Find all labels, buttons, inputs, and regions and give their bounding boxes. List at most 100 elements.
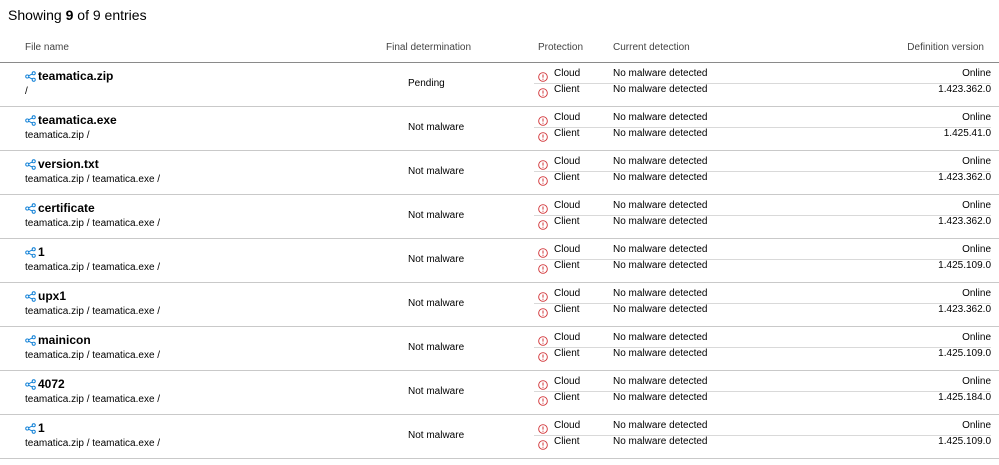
alert-circle-icon [538,69,548,82]
detection-status: No malware detected [613,420,708,431]
table-row[interactable]: 1 teamatica.zip / teamatica.exe / Not ma… [0,415,999,459]
alert-circle-icon [538,393,548,406]
detection-status: No malware detected [613,156,708,167]
definition-version: Online [962,156,991,167]
file-path: teamatica.zip / teamatica.exe / [25,306,161,317]
share-icon [25,334,36,346]
protection-label: Client [554,128,580,139]
file-name-text: version.txt [38,157,99,171]
alert-circle-icon [538,349,548,362]
protection-label: Cloud [554,332,581,343]
table-row[interactable]: 1 teamatica.zip / teamatica.exe / Not ma… [0,239,999,283]
table-row[interactable]: upx1 teamatica.zip / teamatica.exe / Not… [0,283,999,327]
protection-label: Cloud [554,376,581,387]
file-name-link[interactable]: 4072 [25,377,65,391]
client-detection-row: Client No malware detected 1.425.184.0 [534,392,991,407]
table-row[interactable]: certificate teamatica.zip / teamatica.ex… [0,195,999,239]
column-header-current-detection[interactable]: Current detection [613,42,690,53]
definition-version: Online [962,376,991,387]
file-name-text: mainicon [38,333,91,347]
cloud-detection-row: Cloud No malware detected Online [534,420,991,436]
protection-label: Cloud [554,200,581,211]
detection-status: No malware detected [613,304,708,315]
definition-version: 1.423.362.0 [938,304,991,315]
final-determination: Not malware [408,298,465,309]
file-name-link[interactable]: 1 [25,245,45,259]
file-name-link[interactable]: teamatica.zip [25,69,113,83]
definition-version: Online [962,244,991,255]
alert-circle-icon [538,333,548,346]
protection-label: Cloud [554,244,581,255]
file-name-link[interactable]: certificate [25,201,95,215]
file-path: teamatica.zip / teamatica.exe / [25,350,161,361]
protection-label: Client [554,172,580,183]
file-path: teamatica.zip / [25,130,90,141]
file-name-text: certificate [38,201,95,215]
protection-label: Client [554,304,580,315]
file-name-link[interactable]: 1 [25,421,45,435]
detection-status: No malware detected [613,68,708,79]
table-row[interactable]: mainicon teamatica.zip / teamatica.exe /… [0,327,999,371]
alert-circle-icon [538,245,548,258]
column-header-final-determination[interactable]: Final determination [386,42,471,53]
table-row[interactable]: version.txt teamatica.zip / teamatica.ex… [0,151,999,195]
protection-label: Client [554,392,580,403]
alert-circle-icon [538,173,548,186]
cloud-detection-row: Cloud No malware detected Online [534,244,991,260]
cloud-detection-row: Cloud No malware detected Online [534,112,991,128]
protection-label: Client [554,260,580,271]
definition-version: Online [962,112,991,123]
definition-version: 1.423.362.0 [938,84,991,95]
detection-status: No malware detected [613,244,708,255]
detection-status: No malware detected [613,260,708,271]
detection-status: No malware detected [613,288,708,299]
column-header-file-name[interactable]: File name [25,42,69,53]
cloud-detection-row: Cloud No malware detected Online [534,288,991,304]
detection-status: No malware detected [613,376,708,387]
table-row[interactable]: teamatica.zip / Pending Cloud No malware… [0,63,999,107]
file-name-text: 4072 [38,377,65,391]
file-name-text: teamatica.exe [38,113,117,127]
client-detection-row: Client No malware detected 1.423.362.0 [534,84,991,99]
detection-status: No malware detected [613,392,708,403]
cloud-detection-row: Cloud No malware detected Online [534,68,991,84]
detection-status: No malware detected [613,348,708,359]
table-row[interactable]: teamatica.exe teamatica.zip / Not malwar… [0,107,999,151]
column-header-definition-version[interactable]: Definition version [907,42,984,53]
share-icon [25,422,36,434]
protection-label: Client [554,84,580,95]
protection-label: Client [554,348,580,359]
column-header-protection[interactable]: Protection [538,42,583,53]
final-determination: Not malware [408,342,465,353]
alert-circle-icon [538,437,548,450]
final-determination: Not malware [408,166,465,177]
file-name-link[interactable]: version.txt [25,157,99,171]
alert-circle-icon [538,377,548,390]
protection-label: Cloud [554,112,581,123]
client-detection-row: Client No malware detected 1.423.362.0 [534,172,991,187]
alert-circle-icon [538,201,548,214]
table-row[interactable]: 4072 teamatica.zip / teamatica.exe / Not… [0,371,999,415]
alert-circle-icon [538,305,548,318]
alert-circle-icon [538,113,548,126]
protection-label: Cloud [554,156,581,167]
alert-circle-icon [538,217,548,230]
file-name-text: 1 [38,245,45,259]
final-determination: Not malware [408,430,465,441]
file-name-link[interactable]: teamatica.exe [25,113,117,127]
table-header: File name Final determination Protection… [0,40,999,63]
share-icon [25,70,36,82]
table-body: teamatica.zip / Pending Cloud No malware… [0,63,999,459]
alert-circle-icon [538,129,548,142]
file-name-link[interactable]: upx1 [25,289,66,303]
definition-version: Online [962,420,991,431]
detection-status: No malware detected [613,436,708,447]
protection-label: Client [554,216,580,227]
final-determination: Not malware [408,210,465,221]
file-name-link[interactable]: mainicon [25,333,91,347]
file-path: teamatica.zip / teamatica.exe / [25,218,161,229]
protection-label: Client [554,436,580,447]
definition-version: Online [962,332,991,343]
file-path: teamatica.zip / teamatica.exe / [25,174,161,185]
summary-total-count: 9 [92,7,101,23]
